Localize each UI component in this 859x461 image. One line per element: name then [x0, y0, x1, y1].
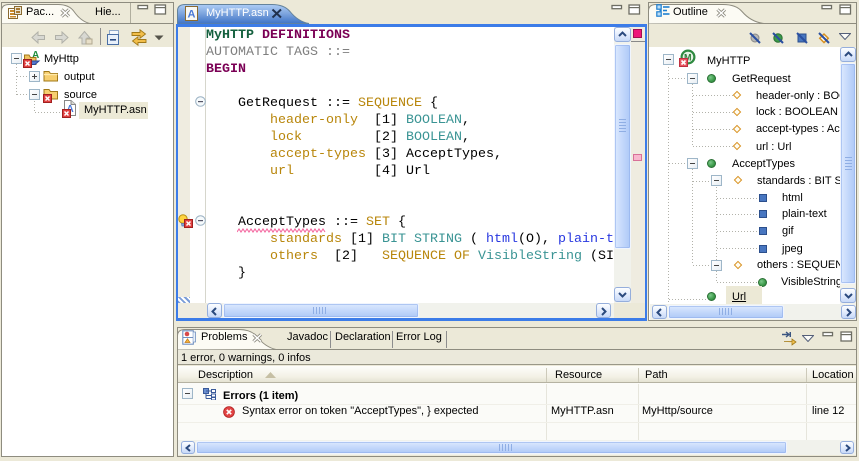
svg-text:A: A	[188, 9, 196, 21]
